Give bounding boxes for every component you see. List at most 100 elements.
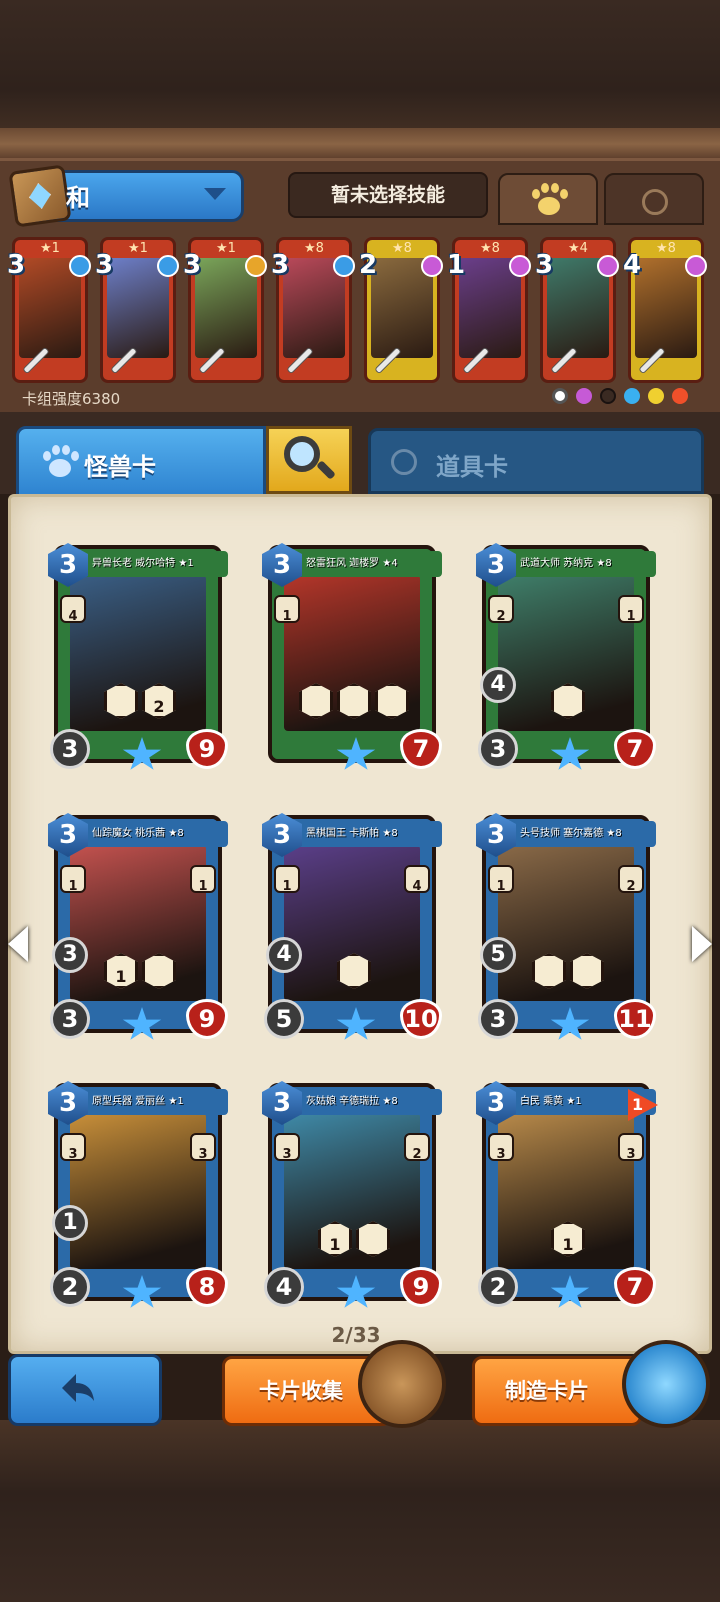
monster-card[interactable]: 异兽长老 威尔哈特 ★1 3 4 2 3 9	[48, 543, 228, 770]
tab-monster-deck[interactable]	[498, 173, 598, 225]
potion-icon	[391, 449, 417, 475]
arcane-icon	[576, 388, 592, 404]
back-arrow-icon	[62, 1374, 94, 1402]
card-side-right: 2	[618, 865, 644, 894]
deck-card-cost: 4	[623, 250, 642, 280]
monster-card[interactable]: 黑棋国王 卡斯帕 ★8 3 1 4 4 5 10	[262, 813, 442, 1040]
card-side-left: 3	[488, 1133, 514, 1162]
monster-card[interactable]: 头号技师 塞尔嘉德 ★8 3 1 2 5 3 11	[476, 813, 656, 1040]
skill-select-button[interactable]: 暂未选择技能	[288, 172, 488, 218]
card-attack: 4	[264, 1267, 304, 1307]
deck-card-cost: 2	[359, 250, 378, 280]
deck-card[interactable]: ★8 1	[447, 237, 531, 383]
card-attack: 2	[478, 1267, 518, 1307]
deck-card-gem-icon	[685, 255, 707, 277]
deck-card-cost: 1	[447, 250, 466, 280]
card-side-left: 1	[274, 595, 300, 624]
card-side-left: 1	[60, 865, 86, 894]
shadow-icon	[600, 388, 616, 404]
tab-item-deck[interactable]	[604, 173, 704, 225]
card-side-left: 3	[274, 1133, 300, 1162]
chevron-down-icon[interactable]	[204, 188, 226, 200]
potion-icon	[642, 189, 668, 215]
card-title: 怒雷狂风 迦楼罗 ★4	[292, 551, 442, 577]
card-side-right: 1	[190, 865, 216, 894]
card-side-right: 2	[404, 1133, 430, 1162]
tab-item-label: 道具卡	[436, 453, 508, 481]
card-title: 异兽长老 威尔哈特 ★1	[78, 551, 228, 577]
card-title: 黑棋国王 卡斯帕 ★8	[292, 821, 442, 847]
card-side-left: 1	[488, 865, 514, 894]
wood-band	[0, 128, 720, 162]
card-side-left: 2	[488, 595, 514, 624]
monster-card[interactable]: 白民 乘黄 ★1 3 3 3 1 2 7 1	[476, 1081, 658, 1308]
craft-card-label: 制造卡片	[505, 1379, 589, 1403]
deck-card[interactable]: ★1 3	[7, 237, 91, 383]
card-attack: 3	[478, 999, 518, 1039]
attribute-icons	[552, 388, 702, 408]
card-side-right: 3	[618, 1133, 644, 1162]
deck-strength: 卡组强度6380	[22, 390, 121, 408]
monster-card[interactable]: 武道大师 苏纳克 ★8 3 2 1 4 3 7	[476, 543, 656, 770]
card-attack: 3	[50, 999, 90, 1039]
deck-card-cost: 3	[7, 250, 26, 280]
card-attack: 2	[50, 1267, 90, 1307]
deck-card-gem-icon	[421, 255, 443, 277]
deck-card[interactable]: ★1 3	[183, 237, 267, 383]
next-page-arrow[interactable]	[692, 926, 712, 962]
card-attack: 3	[478, 729, 518, 769]
deck-card-cost: 3	[95, 250, 114, 280]
deck-card[interactable]: ★8 2	[359, 237, 443, 383]
tab-item-cards[interactable]	[368, 428, 704, 494]
deck-card-gem-icon	[157, 255, 179, 277]
card-title: 原型兵器 爱丽丝 ★1	[78, 1089, 228, 1115]
deck-card-gem-icon	[69, 255, 91, 277]
card-extra-stat: 3	[52, 937, 88, 973]
paw-icon	[41, 445, 81, 481]
deck-card[interactable]: ★4 3	[535, 237, 619, 383]
deck-book-icon	[8, 164, 72, 228]
card-art	[70, 1113, 206, 1269]
neutral-icon	[552, 388, 568, 404]
craft-card-button[interactable]: 制造卡片	[472, 1356, 642, 1426]
card-attack: 5	[264, 999, 304, 1039]
monster-card[interactable]: 怒雷狂风 迦楼罗 ★4 3 1 7	[262, 543, 442, 770]
card-art	[498, 845, 634, 1001]
card-extra-stat: 4	[266, 937, 302, 973]
deck-card[interactable]: ★8 4	[623, 237, 707, 383]
card-side-right: 4	[404, 865, 430, 894]
previous-page-arrow[interactable]	[8, 926, 28, 962]
card-extra-stat: 4	[480, 667, 516, 703]
fire-icon	[672, 388, 688, 404]
monster-card[interactable]: 原型兵器 爱丽丝 ★1 3 3 3 1 2 8	[48, 1081, 228, 1308]
deck-card-cost: 3	[535, 250, 554, 280]
card-side-right: 1	[618, 595, 644, 624]
card-title: 仙踪魔女 桃乐茜 ★8	[78, 821, 228, 847]
bottom-background	[0, 1420, 720, 1602]
card-attack: 3	[50, 729, 90, 769]
card-collection-label: 卡片收集	[259, 1379, 343, 1403]
deck-card-gem-icon	[245, 255, 267, 277]
card-title: 灰姑娘 辛德瑞拉 ★8	[292, 1089, 442, 1115]
deck-card[interactable]: ★8 3	[271, 237, 355, 383]
search-icon	[284, 436, 320, 472]
card-title: 武道大师 苏纳克 ★8	[506, 551, 656, 577]
card-art	[70, 575, 206, 731]
lightning-icon	[648, 388, 664, 404]
deck-card-gem-icon	[597, 255, 619, 277]
card-title: 头号技师 塞尔嘉德 ★8	[506, 821, 656, 847]
card-side-left: 3	[60, 1133, 86, 1162]
water-icon	[624, 388, 640, 404]
card-side-left: 1	[274, 865, 300, 894]
card-side-right: 3	[190, 1133, 216, 1162]
deck-card-cost: 3	[183, 250, 202, 280]
card-art	[284, 1113, 420, 1269]
deck-card-gem-icon	[509, 255, 531, 277]
monster-card[interactable]: 灰姑娘 辛德瑞拉 ★8 3 3 2 1 4 9	[262, 1081, 442, 1308]
card-art	[70, 845, 206, 1001]
deck-card-cost: 3	[271, 250, 290, 280]
tab-monster-label: 怪兽卡	[84, 453, 156, 481]
deck-card[interactable]: ★1 3	[95, 237, 179, 383]
card-extra-stat: 1	[52, 1205, 88, 1241]
monster-card[interactable]: 仙踪魔女 桃乐茜 ★8 3 1 1 1 3 3 9	[48, 813, 228, 1040]
